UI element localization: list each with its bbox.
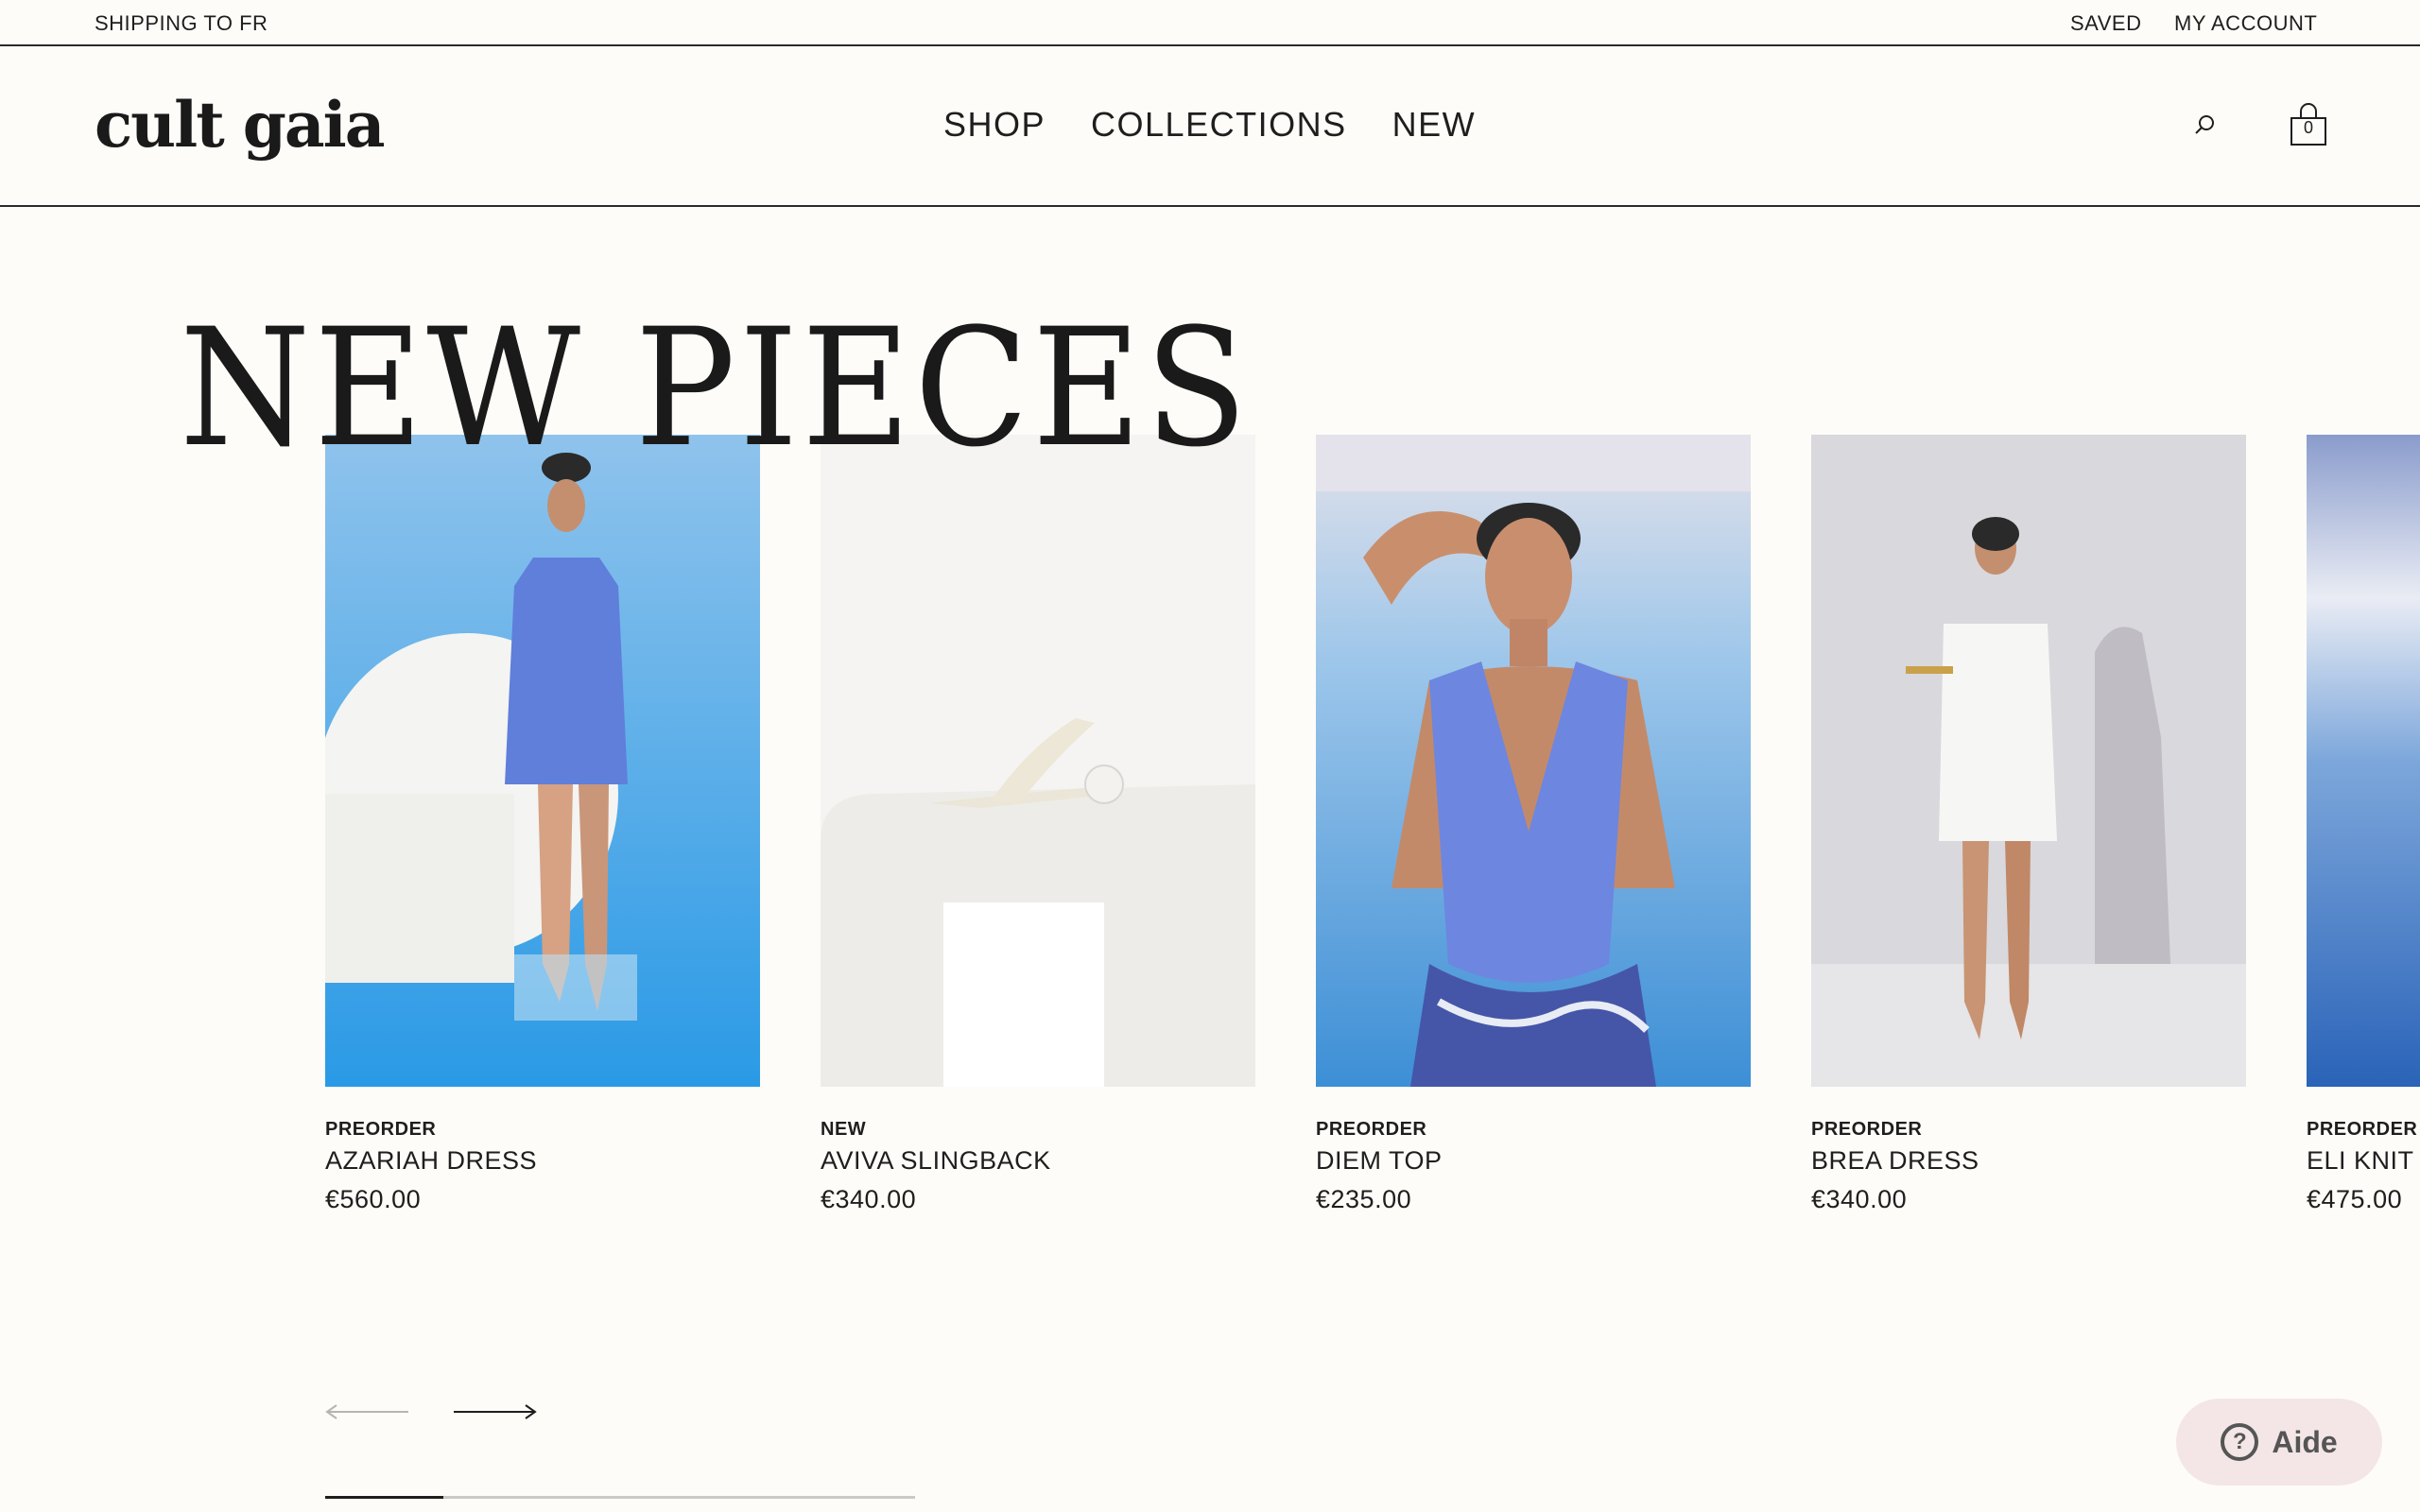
product-card[interactable]: PREORDER BREA DRESS €340.00 [1811,435,2246,1214]
product-price: €475.00 [2307,1185,2403,1213]
help-question-icon: ? [2221,1423,2259,1461]
product-name[interactable]: AZARIAH DRESS [325,1146,760,1176]
product-badge: PREORDER [1811,1119,1923,1140]
product-image[interactable] [2307,435,2420,1087]
product-badge: PREORDER [2307,1119,2418,1140]
product-badge: NEW [821,1119,867,1140]
product-card[interactable]: PREORDER DIEM TOP €235.00 [1316,435,1751,1214]
shipping-country-link[interactable]: SHIPPING TO FR [95,11,268,36]
product-image[interactable] [1811,435,2246,1087]
product-price: €235.00 [1316,1185,1412,1213]
top-utility-bar: SHIPPING TO FR SAVED MY ACCOUNT [0,0,2420,46]
product-name[interactable]: AVIVA SLINGBACK [821,1146,1255,1176]
product-name[interactable]: ELI KNIT I [2307,1146,2420,1176]
product-card[interactable]: NEW AVIVA SLINGBACK €340.00 [821,435,1255,1214]
carousel-next-arrow-icon[interactable] [452,1402,537,1421]
product-badge: PREORDER [1316,1119,1427,1140]
product-price: €560.00 [325,1185,422,1213]
help-button[interactable]: ? Aide [2176,1399,2382,1486]
carousel-progress-bar[interactable] [325,1496,915,1499]
product-carousel: PREORDER AZARIAH DRESS €560.00 NEW AVIVA… [325,435,2420,1238]
nav-collections[interactable]: COLLECTIONS [1091,105,1347,145]
brand-logo[interactable]: cult gaia [95,88,385,162]
product-image[interactable] [821,435,1255,1087]
nav-shop[interactable]: SHOP [943,105,1046,145]
product-name[interactable]: DIEM TOP [1316,1146,1751,1176]
product-image[interactable] [325,435,760,1087]
nav-new[interactable]: NEW [1392,105,1477,145]
search-icon[interactable] [2191,112,2218,139]
product-price: €340.00 [1811,1185,1908,1213]
carousel-prev-arrow-icon[interactable] [325,1402,410,1421]
product-badge: PREORDER [325,1119,437,1140]
section-title: NEW PIECES [180,293,1252,483]
product-card[interactable]: PREORDER ELI KNIT I €475.00 [2307,435,2420,1214]
my-account-link[interactable]: MY ACCOUNT [2174,11,2317,36]
carousel-progress-fill [325,1496,443,1499]
saved-link[interactable]: SAVED [2070,11,2141,36]
main-nav: SHOP COLLECTIONS NEW [943,105,1476,145]
site-header: cult gaia SHOP COLLECTIONS NEW 0 [0,46,2420,207]
product-card[interactable]: PREORDER AZARIAH DRESS €560.00 [325,435,760,1214]
product-name[interactable]: BREA DRESS [1811,1146,2246,1176]
bag-count: 0 [2303,118,2313,137]
product-image[interactable] [1316,435,1751,1087]
product-price: €340.00 [821,1185,917,1213]
help-label: Aide [2272,1424,2338,1459]
